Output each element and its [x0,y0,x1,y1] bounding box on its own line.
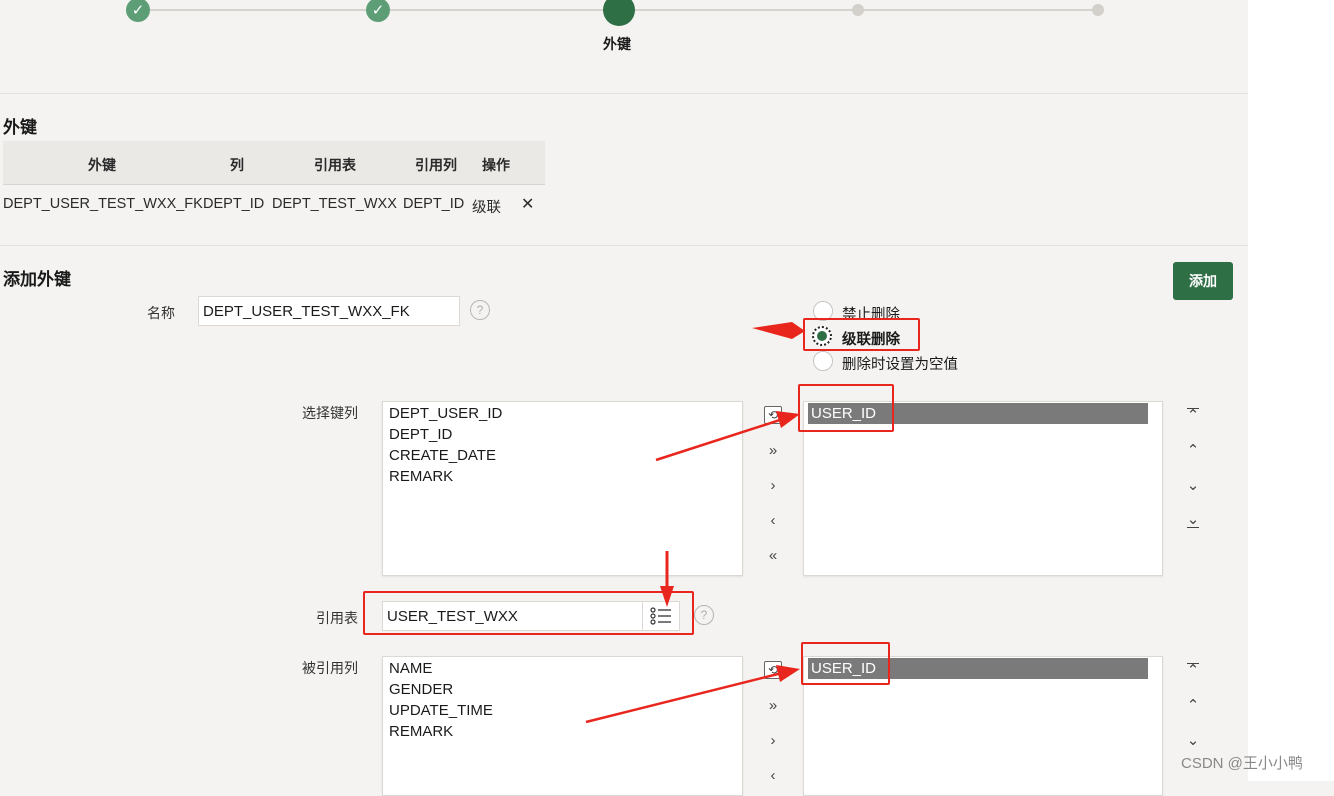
list-item[interactable]: REMARK [389,466,453,487]
list-item[interactable]: DEPT_USER_ID [389,403,502,424]
move-icon[interactable]: › [761,728,785,752]
move-down-icon[interactable]: ⌄ [1181,473,1205,497]
wizard-step-5 [1092,4,1104,16]
move-all-icon[interactable]: » [761,693,785,717]
fk-col-header: 引用列 [415,157,457,173]
fk-ref-column-cell: DEPT_ID [403,196,465,212]
name-label: 名称 [147,305,175,321]
radio-set-null-label: 删除时设置为空值 [842,357,958,373]
annotation-box [801,642,890,685]
move-up-icon[interactable]: ⌃ [1181,438,1205,462]
key-columns-label: 选择键列 [302,405,358,421]
list-item[interactable]: CREATE_DATE [389,445,496,466]
fk-col-header: 列 [230,157,244,173]
watermark: CSDN @王小小鸭 [1181,755,1303,772]
radio-set-null[interactable] [813,351,833,371]
divider [0,245,1248,246]
fk-section-title: 外键 [3,118,37,137]
move-top-icon[interactable]: ⌃ [1181,658,1205,682]
add-button[interactable]: 添加 [1173,262,1233,300]
list-item[interactable]: NAME [389,658,432,679]
list-item[interactable]: DEPT_ID [389,424,452,445]
move-bottom-icon[interactable]: ⌄ [1181,508,1205,532]
remove-all-icon[interactable]: « [761,543,785,567]
right-blank-pane [1248,0,1334,781]
wizard-step-current [603,0,635,26]
wizard-step-1-done-icon[interactable]: ✓ [126,0,150,22]
key-columns-available-list[interactable]: DEPT_USER_ID DEPT_ID CREATE_DATE REMARK [382,401,743,576]
move-all-icon[interactable]: » [761,438,785,462]
wizard-step-4 [852,4,864,16]
fk-ref-table-cell: DEPT_TEST_WXX [272,196,397,212]
wizard-current-label: 外键 [603,36,631,52]
fk-column-cell: DEPT_ID [203,196,265,212]
wizard-step-2-done-icon[interactable]: ✓ [366,0,390,22]
help-icon[interactable]: ? [470,300,490,320]
move-up-icon[interactable]: ⌃ [1181,693,1205,717]
fk-col-header: 外键 [88,157,116,173]
annotation-box [803,318,920,351]
ref-table-label: 引用表 [316,610,358,626]
remove-icon[interactable]: ‹ [761,508,785,532]
annotation-box [798,384,894,432]
help-icon[interactable]: ? [694,605,714,625]
reset-icon[interactable]: ⟲ [761,658,785,682]
annotation-box [363,591,694,635]
divider [0,93,1248,94]
close-icon[interactable]: ✕ [521,194,534,214]
reset-icon[interactable]: ⟲ [761,403,785,427]
move-icon[interactable]: › [761,473,785,497]
name-input[interactable]: DEPT_USER_TEST_WXX_FK [198,296,460,326]
move-down-icon[interactable]: ⌄ [1181,728,1205,752]
ref-columns-label: 被引用列 [302,660,358,676]
list-item[interactable]: UPDATE_TIME [389,700,493,721]
list-item[interactable]: REMARK [389,721,453,742]
remove-icon[interactable]: ‹ [761,763,785,787]
fk-col-header: 操作 [482,157,510,173]
fk-col-header: 引用表 [314,157,356,173]
move-top-icon[interactable]: ⌃ [1181,403,1205,427]
fk-name-cell: DEPT_USER_TEST_WXX_FK [3,196,203,212]
add-fk-section-title: 添加外键 [3,270,71,289]
fk-table-header [3,141,545,185]
list-item[interactable]: GENDER [389,679,453,700]
ref-columns-available-list[interactable]: NAME GENDER UPDATE_TIME REMARK [382,656,743,796]
fk-action-cell: 级联 [472,200,501,216]
